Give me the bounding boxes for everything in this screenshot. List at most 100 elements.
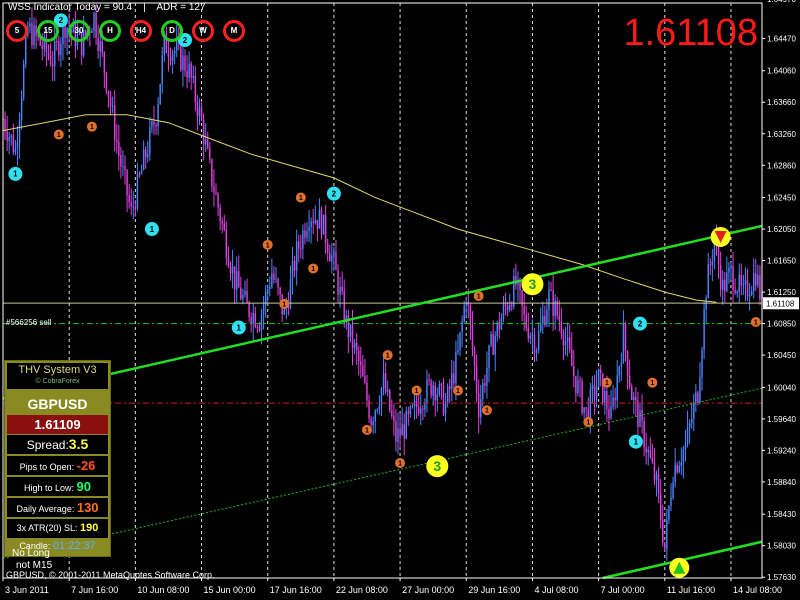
candle-body — [705, 298, 707, 310]
candle-body — [374, 410, 376, 422]
candle-body — [618, 366, 621, 376]
candle-body — [411, 405, 414, 407]
timeframe-button-h4[interactable]: H4 — [130, 20, 152, 42]
candle-body — [672, 482, 674, 498]
candle-body — [674, 464, 676, 483]
candle-body — [142, 149, 145, 170]
signal-marker-label: 1 — [90, 124, 94, 131]
signal-marker-label: 2 — [332, 189, 337, 198]
candle-body — [405, 411, 408, 439]
candle-body — [362, 365, 364, 377]
candle-body — [196, 101, 199, 117]
candle-body — [591, 385, 594, 390]
indicator-header: WSS Indicator Today = 90.4 | ADR = 127 — [8, 2, 206, 13]
candle-body — [308, 226, 310, 232]
candle-body — [314, 220, 317, 224]
candle-body — [138, 174, 141, 176]
candle-body — [223, 223, 226, 230]
candle-body — [33, 25, 35, 46]
candle-body — [295, 241, 298, 271]
candle-body — [537, 331, 540, 351]
candle-body — [440, 384, 443, 386]
candle-body — [41, 45, 44, 50]
candle-body — [475, 366, 478, 393]
timeframe-button-5[interactable]: 5 — [6, 20, 28, 42]
signal-marker-label: 3 — [529, 276, 537, 292]
candle-body — [360, 361, 362, 366]
timeframe-button-30[interactable]: 30 — [68, 20, 90, 42]
candle-body — [417, 407, 420, 414]
x-tick-label: 11 Jul 16:00 — [667, 585, 715, 595]
signal-marker-label: 1 — [237, 323, 242, 332]
candle-body — [422, 408, 424, 410]
candle-body — [130, 201, 132, 207]
candle-body — [748, 294, 751, 297]
candle-body — [612, 397, 614, 407]
candle-body — [746, 280, 749, 297]
candle-body — [324, 214, 327, 244]
y-tick-label: 1.63660 — [767, 98, 796, 107]
candle-body — [316, 220, 319, 229]
candle-body — [546, 310, 548, 325]
x-tick-label: 17 Jun 16:00 — [270, 585, 322, 595]
timeframe-button-d[interactable]: D — [161, 20, 183, 42]
candle-body — [132, 206, 135, 208]
chart-axes: 1.64970 1.64470 1.64060 1.63660 1.63260 1.628… — [2, 0, 799, 595]
candle-body — [184, 55, 186, 72]
candle-body — [686, 427, 689, 444]
htl-label: High to Low: — [23, 483, 75, 493]
htl-value: 90 — [76, 479, 91, 494]
signal-marker-label: 1 — [634, 438, 639, 447]
candle-body — [721, 279, 724, 290]
candle-body — [473, 349, 476, 367]
candle-body — [513, 276, 515, 307]
candle-body — [699, 377, 701, 403]
signal-marker-label: 1 — [477, 293, 481, 300]
candle-body — [651, 456, 654, 462]
candle-body — [750, 290, 753, 295]
candle-body — [22, 64, 25, 98]
signal-markers: 1 2 1 1 1 2 1 1 1 1 1 2 1 1 1 1 3 1 1 1 3 1 1 1 2 1 1 — [8, 13, 761, 578]
x-tick-label: 27 Jun 00:00 — [402, 585, 454, 595]
candle-body — [657, 473, 660, 494]
candle-body — [134, 206, 137, 209]
daily-row: Daily Average: 130 — [7, 498, 108, 517]
candle-body — [542, 316, 544, 324]
candle-body — [511, 304, 513, 307]
signal-marker-label: 2 — [183, 36, 188, 45]
candle-body — [639, 410, 641, 428]
candle-body — [240, 287, 242, 300]
timeframe-button-h[interactable]: H — [99, 20, 121, 42]
candle-body — [341, 286, 343, 291]
x-tick-label: 7 Jun 16:00 — [71, 585, 118, 595]
candle-body — [484, 383, 486, 386]
candle-body — [366, 382, 368, 401]
timeframe-button-15[interactable]: 15 — [37, 20, 59, 42]
price-chart[interactable]: 1 2 1 1 1 2 1 1 1 1 1 2 1 1 1 1 3 1 1 1 3 1 1 1 2 1 1 1.64970 1.644… — [0, 0, 800, 600]
signal-marker-label: 1 — [605, 380, 609, 387]
candle-body — [258, 327, 261, 331]
candle-body — [221, 221, 223, 224]
signal-marker-label: 2 — [638, 319, 643, 328]
timeframe-button-m[interactable]: M — [223, 20, 245, 42]
candle-body — [469, 305, 472, 325]
candle-body — [16, 142, 19, 149]
channel-mid-line — [2, 387, 763, 559]
panel-title: THV System V3 — [18, 364, 97, 376]
candle-body — [246, 290, 248, 303]
candle-body — [107, 90, 110, 98]
candle-body — [432, 385, 434, 396]
timeframe-button-w[interactable]: W — [192, 20, 214, 42]
candle-body — [724, 279, 726, 292]
candle-body — [269, 287, 271, 290]
candle-body — [124, 166, 126, 171]
candle-body — [680, 462, 683, 467]
htl-row: High to Low: 90 — [7, 477, 108, 496]
candle-body — [254, 312, 257, 328]
candle-body — [126, 170, 128, 196]
candle-body — [161, 55, 163, 85]
candle-body — [335, 252, 337, 270]
candle-body — [568, 337, 571, 350]
candle-body — [18, 120, 21, 143]
candle-body — [571, 349, 573, 366]
